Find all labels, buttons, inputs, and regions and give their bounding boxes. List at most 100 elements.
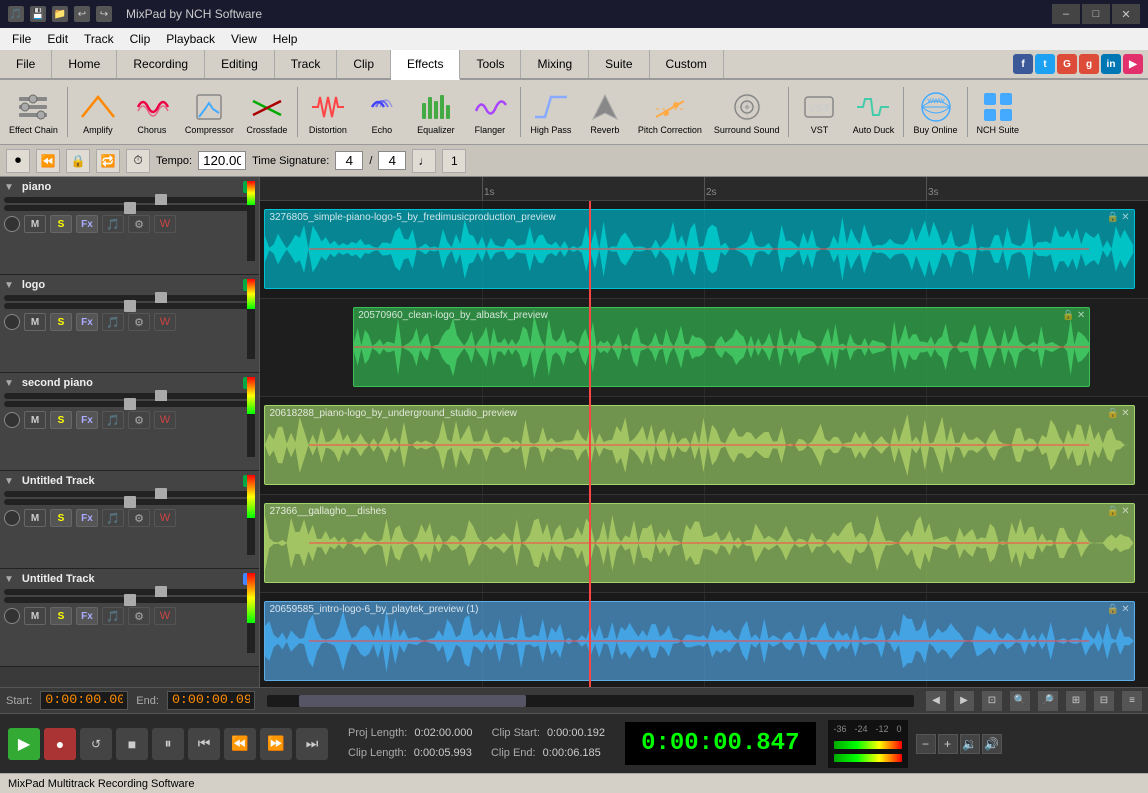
track-fx-btn-2[interactable]: Fx xyxy=(76,411,98,429)
track-pan-fader-1[interactable] xyxy=(4,303,255,309)
clip-icon-🔒-2[interactable]: 🔒 xyxy=(1107,408,1119,419)
floppy-icon[interactable]: 💾 xyxy=(30,6,46,22)
track-m-btn-3[interactable]: M xyxy=(24,509,46,527)
toolbar-reverb[interactable]: Reverb xyxy=(579,83,631,141)
toolbar-surround-sound[interactable]: Surround Sound xyxy=(709,83,785,141)
track-arm-btn-2[interactable] xyxy=(4,412,20,428)
track-expand-3[interactable]: ▼ xyxy=(4,476,14,487)
record-icon-btn[interactable]: ⏺ xyxy=(6,149,30,173)
track-pan-fader-4[interactable] xyxy=(4,597,255,603)
toolbar-echo[interactable]: Echo xyxy=(356,83,408,141)
track-s-btn-1[interactable]: S xyxy=(50,313,72,331)
redo-icon[interactable]: ↪ xyxy=(96,6,112,22)
zoom-out-btn[interactable]: 🔎 xyxy=(1038,691,1058,711)
rewind-icon-btn[interactable]: ⏪ xyxy=(36,149,60,173)
track-fx-btn-0[interactable]: Fx xyxy=(76,215,98,233)
track-fx-btn-1[interactable]: Fx xyxy=(76,313,98,331)
play-button[interactable]: ▶ xyxy=(8,728,40,760)
track-fx-btn-4[interactable]: Fx xyxy=(76,607,98,625)
track-m-btn-2[interactable]: M xyxy=(24,411,46,429)
social-icon-5[interactable]: ▶ xyxy=(1123,54,1143,74)
loop-button[interactable]: ↺ xyxy=(80,728,112,760)
track-instrument-btn-4[interactable]: 🎵 xyxy=(102,607,124,625)
tab-mixing[interactable]: Mixing xyxy=(521,50,589,78)
track-lane-1[interactable]: 20570960_clean-logo_by_albasfx_preview🔒✕ xyxy=(260,299,1148,397)
scroll-right-btn[interactable]: ▶ xyxy=(954,691,974,711)
track-w-btn-2[interactable]: W xyxy=(154,411,176,429)
tab-home[interactable]: Home xyxy=(52,50,117,78)
clip-icon-✕-2[interactable]: ✕ xyxy=(1121,408,1129,419)
tab-suite[interactable]: Suite xyxy=(589,50,649,78)
social-icon-1[interactable]: t xyxy=(1035,54,1055,74)
track-pan-thumb-4[interactable] xyxy=(124,594,136,606)
toolbar-chorus[interactable]: Chorus xyxy=(126,83,178,141)
track-pan-thumb-1[interactable] xyxy=(124,300,136,312)
track-lane-2[interactable]: 20618288_piano-logo_by_underground_studi… xyxy=(260,397,1148,495)
tab-clip[interactable]: Clip xyxy=(337,50,391,78)
track-w-btn-4[interactable]: W xyxy=(154,607,176,625)
social-icon-0[interactable]: f xyxy=(1013,54,1033,74)
toolbar-vst[interactable]: VSTVST xyxy=(793,83,845,141)
track-lane-0[interactable]: 3276805_simple-piano-logo-5_by_fredimusi… xyxy=(260,201,1148,299)
menu-track[interactable]: Track xyxy=(76,30,122,48)
zoom-out-bottom-btn[interactable]: − xyxy=(916,734,936,754)
time-icon-btn[interactable]: ⏱ xyxy=(126,149,150,173)
track-w-btn-0[interactable]: W xyxy=(154,215,176,233)
scroll-left-btn[interactable]: ◀ xyxy=(926,691,946,711)
view-btn[interactable]: ≡ xyxy=(1122,691,1142,711)
track-s-btn-0[interactable]: S xyxy=(50,215,72,233)
snap-btn[interactable]: ⊟ xyxy=(1094,691,1114,711)
clip-2[interactable]: 20618288_piano-logo_by_underground_studi… xyxy=(264,405,1134,485)
stop-button[interactable]: ■ xyxy=(116,728,148,760)
clip-0[interactable]: 3276805_simple-piano-logo-5_by_fredimusi… xyxy=(264,209,1134,289)
metronome-btn[interactable]: ♩ xyxy=(412,149,436,173)
clip-4[interactable]: 20659585_intro-logo-6_by_playtek_preview… xyxy=(264,601,1134,681)
record-button[interactable]: ● xyxy=(44,728,76,760)
social-icon-3[interactable]: g xyxy=(1079,54,1099,74)
tempo-input[interactable] xyxy=(198,151,246,170)
menu-edit[interactable]: Edit xyxy=(39,30,76,48)
track-m-btn-1[interactable]: M xyxy=(24,313,46,331)
clip-icon-🔒-4[interactable]: 🔒 xyxy=(1107,604,1119,615)
track-settings-btn-4[interactable]: ⚙ xyxy=(128,607,150,625)
vol-down-btn[interactable]: 🔉 xyxy=(960,734,980,754)
clip-icon-✕-3[interactable]: ✕ xyxy=(1121,506,1129,517)
clip-icon-✕-0[interactable]: ✕ xyxy=(1121,212,1129,223)
loop-icon-btn[interactable]: 🔁 xyxy=(96,149,120,173)
track-expand-1[interactable]: ▼ xyxy=(4,280,14,291)
undo-icon[interactable]: ↩ xyxy=(74,6,90,22)
menu-clip[interactable]: Clip xyxy=(122,30,159,48)
minimize-button[interactable]: – xyxy=(1052,4,1080,24)
track-arm-btn-4[interactable] xyxy=(4,608,20,624)
to-start-button[interactable]: ⏮ xyxy=(188,728,220,760)
clip-icon-✕-1[interactable]: ✕ xyxy=(1077,310,1085,321)
menu-file[interactable]: File xyxy=(4,30,39,48)
track-fx-btn-3[interactable]: Fx xyxy=(76,509,98,527)
toolbar-auto-duck[interactable]: Auto Duck xyxy=(847,83,899,141)
zoom-fit-btn[interactable]: ⊡ xyxy=(982,691,1002,711)
tab-file[interactable]: File xyxy=(0,50,52,78)
tab-effects[interactable]: Effects xyxy=(391,50,460,80)
count-btn[interactable]: 1 xyxy=(442,149,466,173)
clip-icon-🔒-1[interactable]: 🔒 xyxy=(1062,310,1074,321)
clip-3[interactable]: 27366__gallagho__dishes🔒✕ xyxy=(264,503,1134,583)
save-icon[interactable]: 📁 xyxy=(52,6,68,22)
tab-track[interactable]: Track xyxy=(275,50,338,78)
toolbar-buy-online[interactable]: wwwBuy Online xyxy=(908,83,962,141)
track-settings-btn-2[interactable]: ⚙ xyxy=(128,411,150,429)
track-w-btn-3[interactable]: W xyxy=(154,509,176,527)
track-arm-btn-3[interactable] xyxy=(4,510,20,526)
track-lane-4[interactable]: 20659585_intro-logo-6_by_playtek_preview… xyxy=(260,593,1148,687)
zoom-in-btn[interactable]: 🔍 xyxy=(1010,691,1030,711)
track-instrument-btn-2[interactable]: 🎵 xyxy=(102,411,124,429)
track-w-btn-1[interactable]: W xyxy=(154,313,176,331)
tab-tools[interactable]: Tools xyxy=(460,50,521,78)
fast-forward-button[interactable]: ⏩ xyxy=(260,728,292,760)
track-settings-btn-0[interactable]: ⚙ xyxy=(128,215,150,233)
social-icon-4[interactable]: in xyxy=(1101,54,1121,74)
to-end-button[interactable]: ⏭ xyxy=(296,728,328,760)
tab-editing[interactable]: Editing xyxy=(205,50,275,78)
toolbar-crossfade[interactable]: Crossfade xyxy=(241,83,293,141)
track-pan-thumb-3[interactable] xyxy=(124,496,136,508)
track-settings-btn-1[interactable]: ⚙ xyxy=(128,313,150,331)
